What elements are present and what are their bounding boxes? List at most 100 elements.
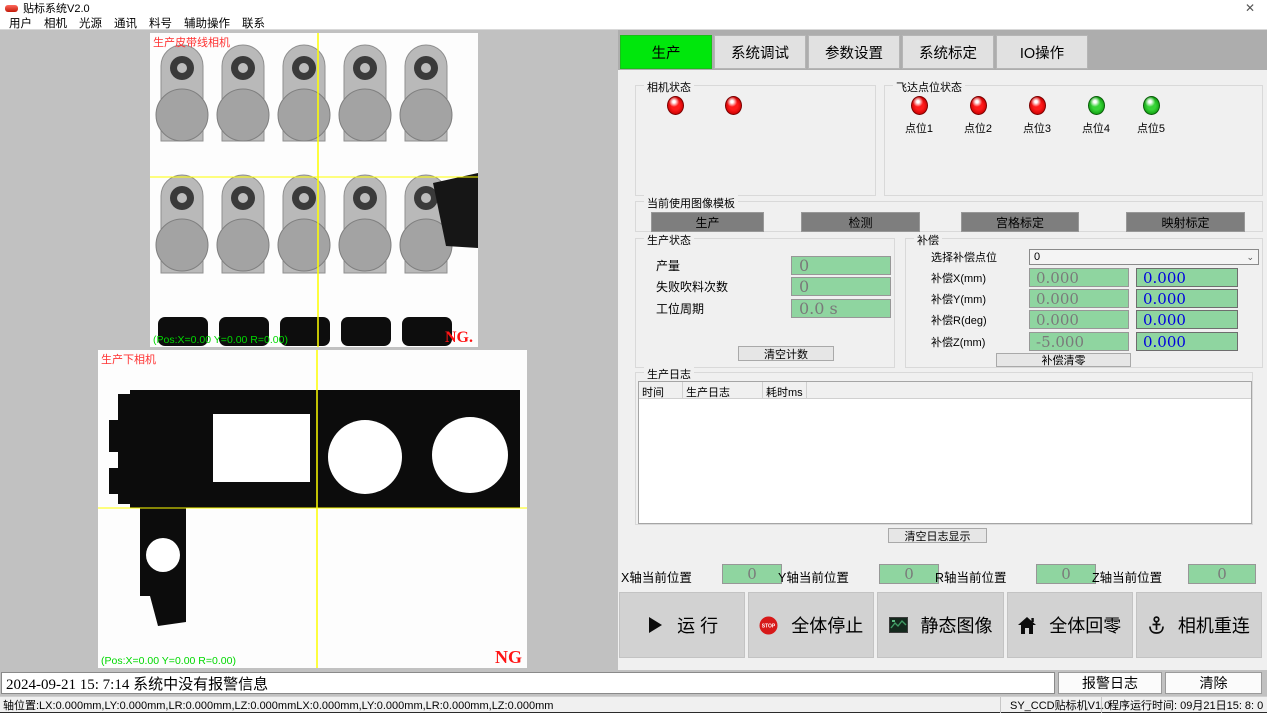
axis-position-row: X轴当前位置 0 Y轴当前位置 0 R轴当前位置 0 Z轴当前位置 0 [618, 563, 1267, 585]
run-button[interactable]: 运 行 [619, 592, 745, 658]
clear-count-button[interactable]: 清空计数 [738, 346, 834, 361]
feeder-point-3-led [1029, 96, 1046, 115]
belt-camera-label: 生产皮带线相机 [153, 34, 230, 50]
image-template-title: 当前使用图像模板 [644, 195, 738, 211]
compensation-y-row: 补偿Y(mm) 0.000 0.000 [931, 289, 1238, 308]
feeder-point-5: 点位5 [1128, 96, 1174, 136]
feeder-point-3-label: 点位3 [1023, 120, 1051, 136]
menu-item-aux[interactable]: 辅助操作 [178, 15, 236, 31]
static-image-button[interactable]: 静态图像 [877, 592, 1003, 658]
clear-log-button[interactable]: 清空日志显示 [888, 528, 987, 543]
feeder-point-3: 点位3 [1014, 96, 1060, 136]
home-all-button[interactable]: 全体回零 [1007, 592, 1133, 658]
main-panel: 生产 系统调试 参数设置 系统标定 IO操作 相机状态 飞达点位状态 点位1 点… [618, 30, 1267, 670]
feeder-point-4-led [1088, 96, 1105, 115]
app-icon [5, 5, 18, 12]
close-icon[interactable]: ✕ [1242, 0, 1258, 16]
static-image-icon [889, 617, 908, 633]
compensation-r-current-field: 0.000 [1029, 310, 1129, 329]
camera-status-title: 相机状态 [644, 79, 694, 95]
compensation-point-select[interactable]: 0 ⌄ [1029, 249, 1259, 265]
feeder-point-4: 点位4 [1073, 96, 1119, 136]
menu-item-partno[interactable]: 料号 [143, 15, 178, 31]
compensation-r-row: 补偿R(deg) 0.000 0.000 [931, 310, 1238, 329]
failed-blow-label: 失败吹料次数 [656, 278, 791, 295]
production-log-title: 生产日志 [644, 366, 694, 382]
tab-strip: 生产 系统调试 参数设置 系统标定 IO操作 [618, 30, 1267, 70]
status-version-text: SY_CCD贴标机V1.0 [1000, 697, 1101, 713]
production-log-header: 时间 生产日志 耗时ms [639, 382, 1251, 399]
menu-item-user[interactable]: 用户 [3, 15, 38, 31]
compensation-r-input-field[interactable]: 0.000 [1136, 310, 1238, 329]
bottom-camera-view: 生产下相机 (Pos:X=0.00 Y=0.00 R=0.00) NG [98, 350, 527, 668]
menu-item-contact[interactable]: 联系 [236, 15, 271, 31]
compensation-z-label: 补偿Z(mm) [931, 334, 1029, 350]
compensation-y-label: 补偿Y(mm) [931, 291, 1029, 307]
compensation-z-input-field[interactable]: 0.000 [1136, 332, 1238, 351]
compensation-x-current-field: 0.000 [1029, 268, 1129, 287]
belt-camera-view: 生产皮带线相机 (Pos:X=0.00 Y=0.00 R=0.00) NG. [150, 33, 478, 347]
static-image-button-label: 静态图像 [921, 612, 993, 638]
tab-system-debug[interactable]: 系统调试 [714, 35, 806, 69]
feeder-point-5-led [1143, 96, 1160, 115]
feeder-point-2: 点位2 [955, 96, 1001, 136]
belt-camera-image [150, 33, 478, 347]
compensation-y-input-field[interactable]: 0.000 [1136, 289, 1238, 308]
failed-blow-row: 失败吹料次数 0 [656, 277, 891, 296]
log-column-message: 生产日志 [683, 382, 763, 398]
feeder-point-4-label: 点位4 [1082, 120, 1110, 136]
production-status-title: 生产状态 [644, 232, 694, 248]
cycle-time-value-field: 0.0 s [791, 299, 891, 318]
feeder-status-title: 飞达点位状态 [893, 79, 965, 95]
status-bar: 轴位置:LX:0.000mm,LY:0.000mm,LR:0.000mm,LZ:… [0, 696, 1267, 713]
template-production-button[interactable]: 生产 [651, 212, 764, 232]
menu-item-comm[interactable]: 通讯 [108, 15, 143, 31]
feeder-point-1-label: 点位1 [905, 120, 933, 136]
template-detect-button[interactable]: 检测 [801, 212, 920, 232]
y-axis-position-field: 0 [879, 564, 939, 584]
failed-blow-value-field: 0 [791, 277, 891, 296]
compensation-r-label: 补偿R(deg) [931, 312, 1029, 328]
camera-reconnect-button[interactable]: 相机重连 [1136, 592, 1262, 658]
alarm-message-box: 2024-09-21 15: 7:14 系统中没有报警信息 [1, 672, 1055, 694]
compensation-x-input-field[interactable]: 0.000 [1136, 268, 1238, 287]
menu-item-light[interactable]: 光源 [73, 15, 108, 31]
cycle-time-row: 工位周期 0.0 s [656, 299, 891, 318]
bottom-camera-result-badge: NG [495, 647, 522, 668]
log-column-elapsed: 耗时ms [763, 382, 807, 398]
menu-bar: 用户 相机 光源 通讯 料号 辅助操作 联系 [0, 16, 1267, 30]
bottom-camera-label: 生产下相机 [101, 351, 156, 367]
alarm-clear-button[interactable]: 清除 [1165, 672, 1262, 694]
template-grid-calibration-button[interactable]: 宫格标定 [961, 212, 1079, 232]
compensation-group: 补偿 选择补偿点位 0 ⌄ 补偿X(mm) 0.000 0.000 补偿Y(mm… [905, 238, 1263, 368]
feeder-point-2-led [970, 96, 987, 115]
camera-reconnect-icon [1148, 616, 1165, 634]
tab-io-operation[interactable]: IO操作 [996, 35, 1088, 69]
image-template-group: 当前使用图像模板 生产 检测 宫格标定 映射标定 [635, 201, 1263, 232]
feeder-point-1-led [911, 96, 928, 115]
menu-item-camera[interactable]: 相机 [38, 15, 73, 31]
stop-all-button[interactable]: STOP 全体停止 [748, 592, 874, 658]
tab-production[interactable]: 生产 [620, 35, 712, 69]
template-mapping-calibration-button[interactable]: 映射标定 [1126, 212, 1245, 232]
compensation-x-label: 补偿X(mm) [931, 270, 1029, 286]
compensation-x-row: 补偿X(mm) 0.000 0.000 [931, 268, 1238, 287]
production-log-table[interactable]: 时间 生产日志 耗时ms [638, 381, 1252, 524]
output-value-field: 0 [791, 256, 891, 275]
x-axis-position-field: 0 [722, 564, 782, 584]
compensation-y-current-field: 0.000 [1029, 289, 1129, 308]
feeder-point-5-label: 点位5 [1137, 120, 1165, 136]
compensation-zero-button[interactable]: 补偿清零 [996, 353, 1131, 367]
compensation-title: 补偿 [914, 232, 942, 248]
output-row: 产量 0 [656, 256, 891, 275]
tab-parameter-settings[interactable]: 参数设置 [808, 35, 900, 69]
run-button-label: 运 行 [677, 612, 718, 638]
compensation-point-selected-value: 0 [1034, 251, 1040, 263]
x-axis-position-label: X轴当前位置 [621, 567, 692, 586]
tab-system-calibration[interactable]: 系统标定 [902, 35, 994, 69]
alarm-log-button[interactable]: 报警日志 [1058, 672, 1162, 694]
output-label: 产量 [656, 257, 791, 274]
r-axis-position-field: 0 [1036, 564, 1096, 584]
play-icon [646, 616, 664, 634]
stop-all-button-label: 全体停止 [791, 612, 863, 638]
